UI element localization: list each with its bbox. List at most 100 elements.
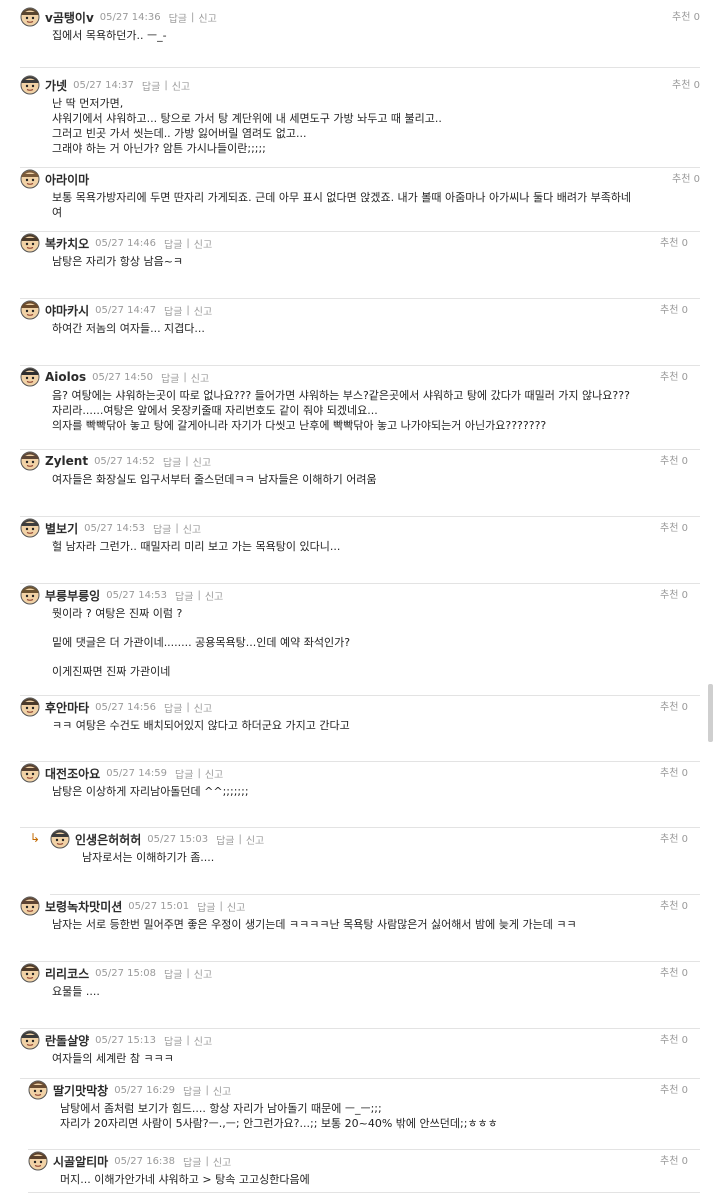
report-link[interactable]: 신고 <box>194 966 212 981</box>
recommend-button[interactable]: 추천 0 <box>660 1081 688 1096</box>
comment-date: 05/27 14:56 <box>95 701 156 713</box>
avatar-icon[interactable] <box>20 75 40 95</box>
avatar-icon[interactable] <box>20 585 40 605</box>
recommend-button[interactable]: 추천 0 <box>660 234 688 249</box>
reply-link[interactable]: 답글 <box>183 1083 201 1098</box>
avatar-icon[interactable] <box>28 1151 48 1171</box>
recommend-button[interactable]: 추천 0 <box>672 8 700 23</box>
comment-line: 이게진짜면 진짜 가관이네 <box>52 665 171 678</box>
avatar-icon[interactable] <box>20 7 40 27</box>
comment-author[interactable]: 별보기 <box>45 520 78 537</box>
report-link[interactable]: 신고 <box>183 521 201 536</box>
comment-date: 05/27 16:29 <box>114 1084 176 1096</box>
comment-item: 야마카시 05/27 14:47 답글 | 신고 추천 0 하여간 저놈의 여자들... 지… <box>20 299 700 366</box>
reply-link[interactable]: 답글 <box>197 899 215 914</box>
comment-meta: 대전조아요 05/27 14:59 답글 | 신고 <box>20 762 223 784</box>
comment-author[interactable]: 란돌살양 <box>45 1032 89 1049</box>
recommend-button[interactable]: 추천 0 <box>660 764 688 779</box>
recommend-button[interactable]: 추천 0 <box>660 301 688 316</box>
avatar-icon[interactable] <box>20 169 40 189</box>
comment-author[interactable]: 대전조아요 <box>45 765 100 782</box>
recommend-button[interactable]: 추천 0 <box>660 519 688 534</box>
recommend-button[interactable]: 추천 0 <box>660 452 688 467</box>
report-link[interactable]: 신고 <box>213 1083 231 1098</box>
report-link[interactable]: 신고 <box>193 454 211 469</box>
report-link[interactable]: 신고 <box>194 700 212 715</box>
report-link[interactable]: 신고 <box>246 832 264 847</box>
recommend-button[interactable]: 추천 0 <box>660 964 688 979</box>
comment-author[interactable]: 보령녹차맛미션 <box>45 898 122 915</box>
avatar-icon[interactable] <box>20 963 40 983</box>
report-link[interactable]: 신고 <box>205 766 223 781</box>
comment-author[interactable]: 시골알티마 <box>53 1153 108 1170</box>
reply-link[interactable]: 답글 <box>164 303 182 318</box>
comment-author[interactable]: 야마카시 <box>45 302 89 319</box>
report-link[interactable]: 신고 <box>213 1154 231 1169</box>
avatar-icon[interactable] <box>20 697 40 717</box>
comment-text: 남탕에서 좀처럼 보기가 힘드.... 항상 자리가 남아돌기 때문에 ㅡ_ㅡ;… <box>60 1101 690 1131</box>
avatar-icon[interactable] <box>20 518 40 538</box>
report-link[interactable]: 신고 <box>191 370 209 385</box>
comment-author[interactable]: Zylent <box>45 454 88 468</box>
separator: | <box>185 455 189 467</box>
comment-author[interactable]: Aiolos <box>45 370 86 384</box>
comment-author[interactable]: 아라이마 <box>45 171 89 188</box>
comment-item: Zylent 05/27 14:52 답글 | 신고 추천 0 여자들은 화장실도 입구서부… <box>20 450 700 517</box>
recommend-button[interactable]: 추천 0 <box>660 1152 688 1167</box>
reply-link[interactable]: 답글 <box>175 588 193 603</box>
recommend-button[interactable]: 추천 0 <box>660 1031 688 1046</box>
comment-author[interactable]: 딸기맛막창 <box>53 1082 108 1099</box>
report-link[interactable]: 신고 <box>198 10 216 25</box>
reply-link[interactable]: 답글 <box>163 454 181 469</box>
report-link[interactable]: 신고 <box>194 236 212 251</box>
reply-link[interactable]: 답글 <box>216 832 234 847</box>
comment-author[interactable]: 인생은허허허 <box>75 831 141 848</box>
scrollbar-thumb[interactable] <box>708 684 713 742</box>
reply-link[interactable]: 답글 <box>164 966 182 981</box>
separator: | <box>205 1084 209 1096</box>
reply-link[interactable]: 답글 <box>164 236 182 251</box>
recommend-button[interactable]: 추천 0 <box>660 897 688 912</box>
report-link[interactable]: 신고 <box>205 588 223 603</box>
reply-link[interactable]: 답글 <box>161 370 179 385</box>
comment-author[interactable]: v곰탱이v <box>45 9 94 26</box>
report-link[interactable]: 신고 <box>194 303 212 318</box>
comment-author[interactable]: 리리코스 <box>45 965 89 982</box>
avatar-icon[interactable] <box>20 300 40 320</box>
recommend-button[interactable]: 추천 0 <box>660 698 688 713</box>
comment-author[interactable]: 복카치오 <box>45 235 89 252</box>
avatar-icon[interactable] <box>28 1080 48 1100</box>
recommend-button[interactable]: 추천 0 <box>660 586 688 601</box>
recommend-button[interactable]: 추천 0 <box>660 368 688 383</box>
reply-link[interactable]: 답글 <box>153 521 171 536</box>
recommend-button[interactable]: 추천 0 <box>660 830 688 845</box>
avatar-icon[interactable] <box>50 829 70 849</box>
reply-link[interactable]: 답글 <box>183 1154 201 1169</box>
reply-link[interactable]: 답글 <box>175 766 193 781</box>
avatar-icon[interactable] <box>20 1030 40 1050</box>
separator: | <box>205 1155 209 1167</box>
reply-link[interactable]: 답글 <box>142 78 160 93</box>
avatar-icon[interactable] <box>20 233 40 253</box>
recommend-button[interactable]: 추천 0 <box>672 76 700 91</box>
comment-date: 05/27 15:08 <box>95 967 156 979</box>
reply-link[interactable]: 답글 <box>169 10 187 25</box>
avatar-icon[interactable] <box>20 763 40 783</box>
reply-link[interactable]: 답글 <box>164 700 182 715</box>
comment-author[interactable]: 가넷 <box>45 77 67 94</box>
comment-author[interactable]: 부릉부릉잉 <box>45 587 100 604</box>
report-link[interactable]: 신고 <box>172 78 190 93</box>
reply-link[interactable]: 답글 <box>164 1033 182 1048</box>
recommend-button[interactable]: 추천 0 <box>672 170 700 185</box>
comment-date: 05/27 14:47 <box>95 304 156 316</box>
report-link[interactable]: 신고 <box>227 899 245 914</box>
avatar-icon[interactable] <box>20 367 40 387</box>
avatar-icon[interactable] <box>20 896 40 916</box>
comment-meta: 후안마타 05/27 14:56 답글 | 신고 <box>20 696 212 718</box>
comment-author[interactable]: 후안마타 <box>45 699 89 716</box>
comment-line: 난 딱 먼저가면, <box>52 97 124 110</box>
report-link[interactable]: 신고 <box>194 1033 212 1048</box>
comment-line: 의자를 빡빡닦아 놓고 탕에 갈게아니라 자기가 다씻고 난후에 빡빡닦아 놓고… <box>52 419 547 432</box>
avatar-icon[interactable] <box>20 451 40 471</box>
comment-line: 남탕에서 좀처럼 보기가 힘드.... 항상 자리가 남아돌기 때문에 ㅡ_ㅡ;… <box>60 1102 382 1115</box>
